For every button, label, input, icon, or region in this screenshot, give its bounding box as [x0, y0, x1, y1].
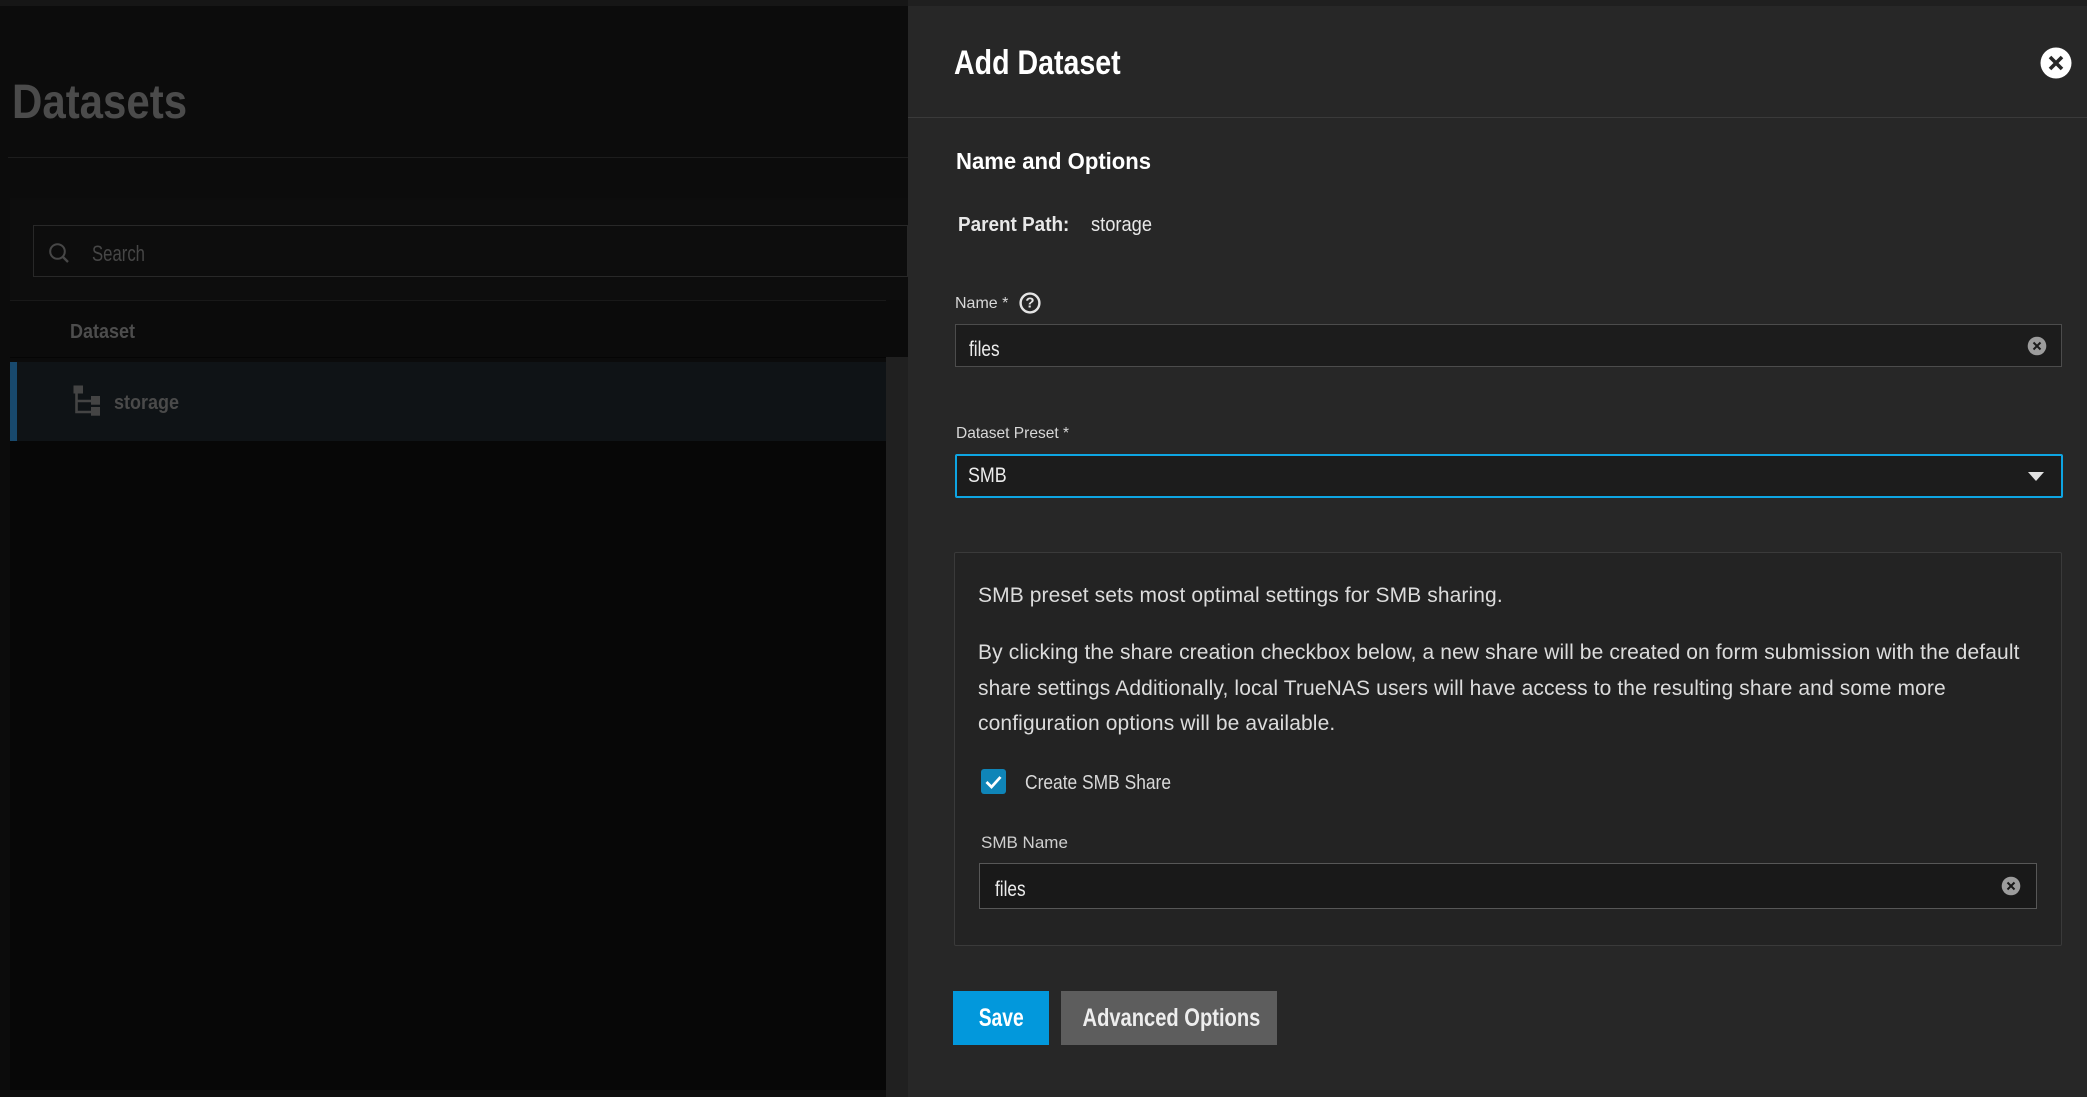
svg-text:?: ? [1025, 295, 1034, 312]
